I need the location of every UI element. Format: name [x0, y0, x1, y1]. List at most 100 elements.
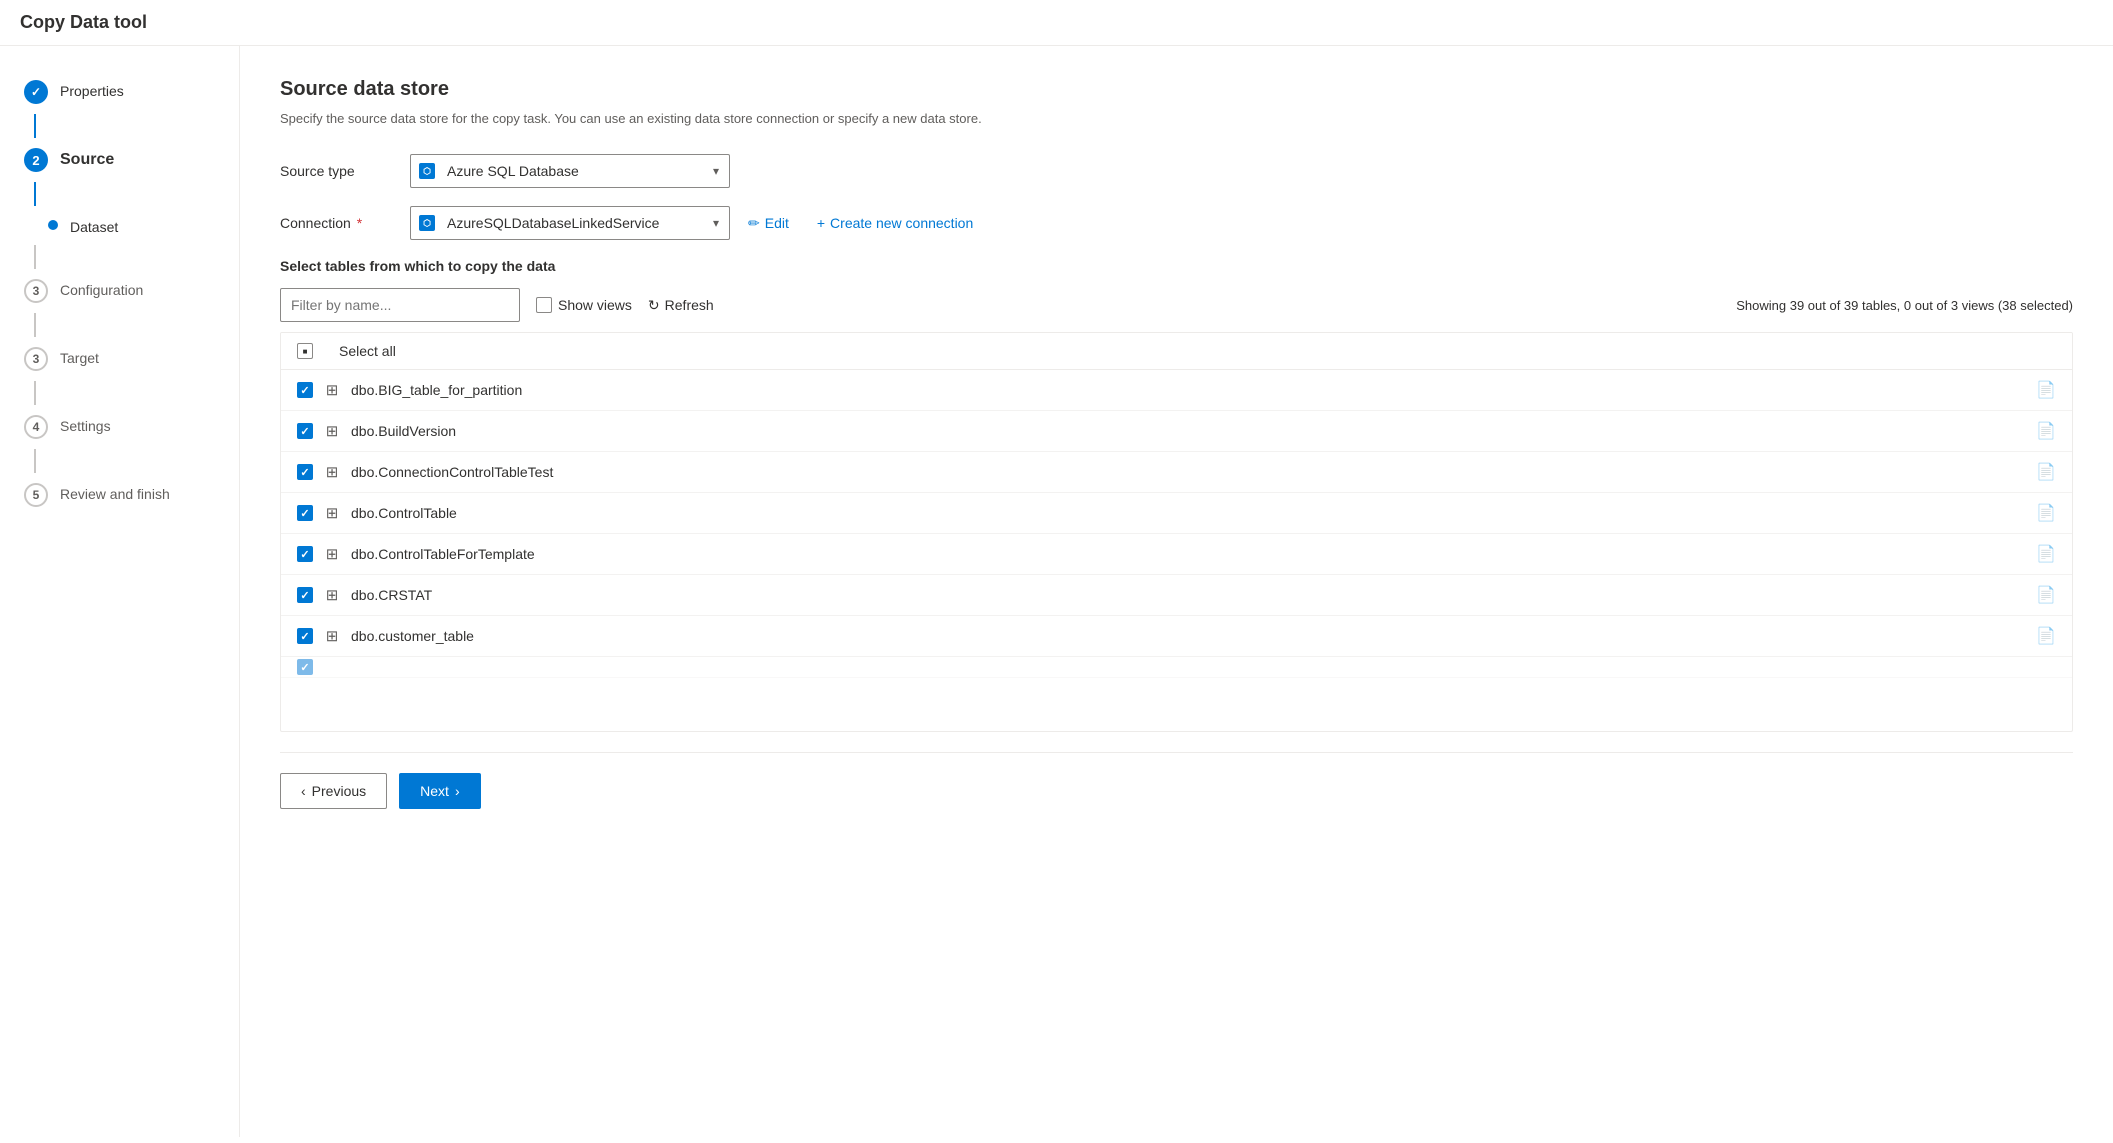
- page-title: Source data store: [280, 78, 2073, 101]
- show-views-wrapper[interactable]: Show views: [536, 297, 632, 313]
- row-checkbox-4[interactable]: [297, 546, 313, 562]
- step-label-configuration: Configuration: [60, 279, 143, 298]
- row-action-icon-6[interactable]: 📄: [2036, 626, 2056, 646]
- azure-sql-icon: ⬡: [419, 163, 435, 179]
- required-star: *: [353, 215, 362, 231]
- app-title: Copy Data tool: [0, 0, 2113, 46]
- next-label: Next: [420, 783, 449, 799]
- table-name-1: dbo.BuildVersion: [351, 423, 2036, 439]
- step-label-review: Review and finish: [60, 483, 170, 502]
- sidebar: ✓ Properties 2 Source Dataset 3 Configur…: [0, 46, 240, 1137]
- step-circle-review: 5: [24, 483, 48, 507]
- row-checkbox-3[interactable]: [297, 505, 313, 521]
- table-name-3: dbo.ControlTable: [351, 505, 2036, 521]
- select-all-checkbox[interactable]: [297, 343, 313, 359]
- filter-input[interactable]: [280, 288, 520, 322]
- table-row[interactable]: ⊞ dbo.CRSTAT 📄: [281, 575, 2072, 616]
- connector-3: [34, 245, 36, 269]
- sidebar-item-target[interactable]: 3 Target: [0, 337, 239, 381]
- step-circle-properties: ✓: [24, 80, 48, 104]
- row-checkbox-0[interactable]: [297, 382, 313, 398]
- refresh-label: Refresh: [665, 297, 714, 313]
- chevron-right-icon: ›: [455, 783, 460, 799]
- table-grid-icon-3: ⊞: [323, 504, 341, 522]
- table-name-6: dbo.customer_table: [351, 628, 2036, 644]
- table-row[interactable]: ⊞ dbo.BuildVersion 📄: [281, 411, 2072, 452]
- chevron-left-icon: ‹: [301, 783, 306, 799]
- create-connection-button[interactable]: + Create new connection: [811, 211, 979, 235]
- row-action-icon-2[interactable]: 📄: [2036, 462, 2056, 482]
- row-checkbox-5[interactable]: [297, 587, 313, 603]
- row-action-icon-4[interactable]: 📄: [2036, 544, 2056, 564]
- table-name-2: dbo.ConnectionControlTableTest: [351, 464, 2036, 480]
- table-grid-icon-4: ⊞: [323, 545, 341, 563]
- table-row[interactable]: ⊞ dbo.ControlTable 📄: [281, 493, 2072, 534]
- connection-row: Connection * ⬡ AzureSQLDatabaseLinkedSer…: [280, 206, 2073, 240]
- table-name-4: dbo.ControlTableForTemplate: [351, 546, 2036, 562]
- row-action-icon-0[interactable]: 📄: [2036, 380, 2056, 400]
- row-checkbox-6[interactable]: [297, 628, 313, 644]
- step-label-source: Source: [60, 148, 114, 169]
- connector-6: [34, 449, 36, 473]
- table-row[interactable]: ⊞ dbo.ControlTableForTemplate 📄: [281, 534, 2072, 575]
- main-content: Source data store Specify the source dat…: [240, 46, 2113, 1137]
- previous-button[interactable]: ‹ Previous: [280, 773, 387, 809]
- edit-pencil-icon: ✏: [748, 215, 760, 232]
- row-checkbox-2[interactable]: [297, 464, 313, 480]
- table-row[interactable]: ⊞ dbo.ConnectionControlTableTest 📄: [281, 452, 2072, 493]
- sidebar-item-settings[interactable]: 4 Settings: [0, 405, 239, 449]
- edit-connection-button[interactable]: ✏ Edit: [742, 211, 795, 236]
- table-row[interactable]: ⊞ dbo.BIG_table_for_partition 📄: [281, 370, 2072, 411]
- previous-label: Previous: [312, 783, 366, 799]
- source-type-row: Source type ⬡ Azure SQL Database: [280, 154, 2073, 188]
- status-text: Showing 39 out of 39 tables, 0 out of 3 …: [1736, 298, 2073, 313]
- step-label-settings: Settings: [60, 415, 111, 434]
- row-checkbox-1[interactable]: [297, 423, 313, 439]
- section-title: Select tables from which to copy the dat…: [280, 258, 2073, 274]
- table-grid-icon-1: ⊞: [323, 422, 341, 440]
- sidebar-item-dataset[interactable]: Dataset: [0, 206, 239, 245]
- table-grid-icon-6: ⊞: [323, 627, 341, 645]
- sidebar-item-review[interactable]: 5 Review and finish: [0, 473, 239, 517]
- refresh-button[interactable]: ↻ Refresh: [648, 297, 714, 314]
- sidebar-item-configuration[interactable]: 3 Configuration: [0, 269, 239, 313]
- step-circle-target: 3: [24, 347, 48, 371]
- table-name-5: dbo.CRSTAT: [351, 587, 2036, 603]
- row-action-icon-1[interactable]: 📄: [2036, 421, 2056, 441]
- connection-db-icon: ⬡: [419, 215, 435, 231]
- create-connection-label: Create new connection: [830, 215, 973, 231]
- table-row[interactable]: ⊞ dbo.customer_table 📄: [281, 616, 2072, 657]
- edit-label: Edit: [765, 215, 789, 231]
- show-views-label: Show views: [558, 297, 632, 313]
- show-views-checkbox[interactable]: [536, 297, 552, 313]
- step-label-target: Target: [60, 347, 99, 366]
- table-grid-icon-5: ⊞: [323, 586, 341, 604]
- sidebar-item-source[interactable]: 2 Source: [0, 138, 239, 182]
- connection-dropdown[interactable]: ⬡ AzureSQLDatabaseLinkedService: [410, 206, 730, 240]
- source-type-value: Azure SQL Database: [447, 163, 579, 179]
- connector-1: [34, 114, 36, 138]
- table-list-container: Select all ⊞ dbo.BIG_table_for_partition…: [280, 332, 2073, 732]
- step-label-dataset: Dataset: [70, 216, 118, 235]
- refresh-icon: ↻: [648, 297, 660, 314]
- connection-label: Connection *: [280, 215, 410, 231]
- next-button[interactable]: Next ›: [399, 773, 480, 809]
- row-action-icon-5[interactable]: 📄: [2036, 585, 2056, 605]
- source-type-dropdown[interactable]: ⬡ Azure SQL Database: [410, 154, 730, 188]
- bottom-nav: ‹ Previous Next ›: [280, 752, 2073, 819]
- connector-5: [34, 381, 36, 405]
- plus-icon: +: [817, 215, 825, 231]
- sidebar-item-properties[interactable]: ✓ Properties: [0, 70, 239, 114]
- select-all-row[interactable]: Select all: [281, 333, 2072, 370]
- connection-actions: ✏ Edit + Create new connection: [742, 211, 979, 236]
- step-circle-configuration: 3: [24, 279, 48, 303]
- step-circle-source: 2: [24, 148, 48, 172]
- table-grid-icon-2: ⊞: [323, 463, 341, 481]
- connector-2: [34, 182, 36, 206]
- source-type-label: Source type: [280, 163, 410, 179]
- step-circle-settings: 4: [24, 415, 48, 439]
- connector-4: [34, 313, 36, 337]
- step-label-properties: Properties: [60, 80, 124, 99]
- row-action-icon-3[interactable]: 📄: [2036, 503, 2056, 523]
- page-subtitle: Specify the source data store for the co…: [280, 111, 2073, 126]
